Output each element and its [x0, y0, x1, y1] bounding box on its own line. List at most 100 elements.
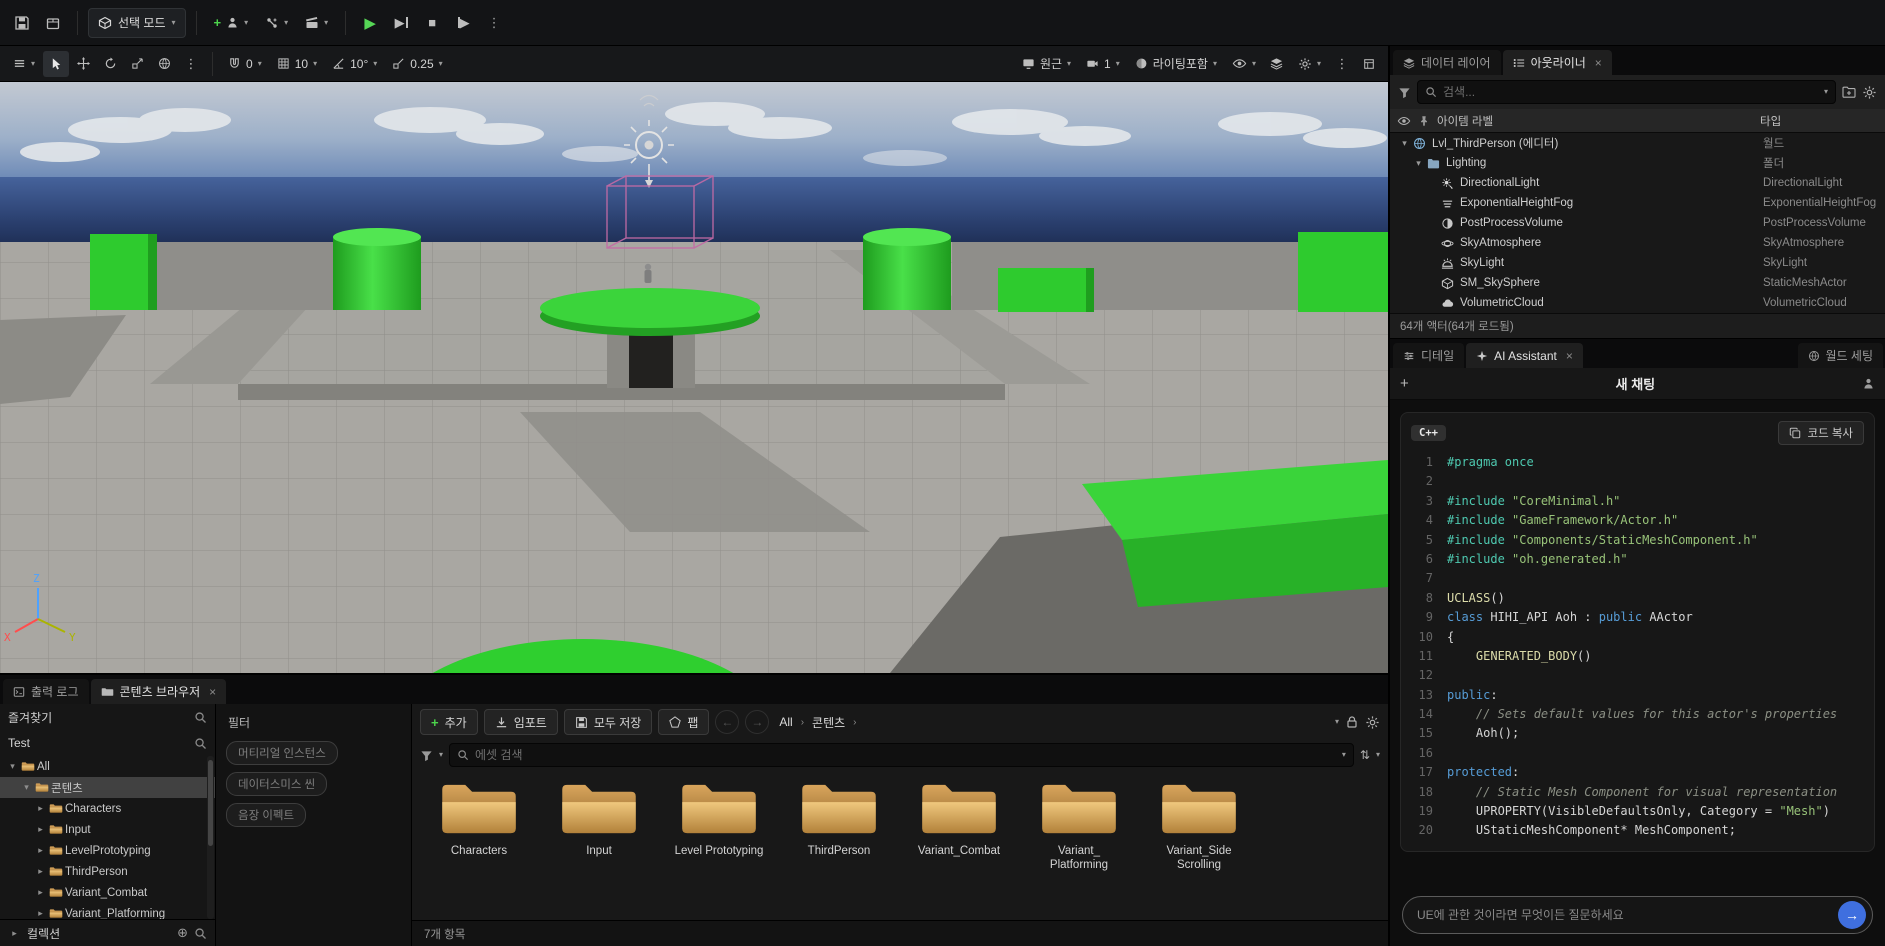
game-view-button[interactable] [1264, 51, 1290, 77]
outliner-row[interactable]: VolumetricCloudVolumetricCloud [1390, 293, 1885, 313]
maximize-viewport-button[interactable] [1356, 51, 1382, 77]
folder-tile[interactable]: Variant_ Platforming [1020, 778, 1138, 873]
chevron-down-icon[interactable]: ▾ [1376, 751, 1380, 759]
tree-item[interactable]: ▾All [0, 756, 215, 777]
breadcrumb-all[interactable]: All [779, 715, 792, 729]
view-mode-dropdown[interactable]: 라이팅포함 ▾ [1128, 51, 1224, 77]
asset-search-field[interactable] [475, 748, 1336, 762]
expand-arrow[interactable]: ▸ [34, 824, 47, 835]
tree-item[interactable]: ▾콘텐츠 [0, 777, 215, 798]
transform-kebab-menu[interactable]: ⋮ [178, 51, 204, 77]
viewport-canvas[interactable]: Z X Y [0, 82, 1388, 673]
world-local-toggle[interactable] [151, 51, 177, 77]
filter-funnel-icon[interactable] [420, 749, 433, 762]
favorites-header[interactable]: 즐겨찾기 [0, 704, 215, 730]
expand-arrow[interactable]: ▸ [34, 866, 47, 877]
add-asset-button[interactable]: + 추가 [420, 709, 478, 735]
tree-item[interactable]: ▸Characters [0, 798, 215, 819]
perspective-dropdown[interactable]: 원근 ▾ [1015, 51, 1078, 77]
add-collection-icon[interactable]: ⊕ [177, 925, 188, 941]
save-button[interactable] [8, 8, 36, 38]
back-button[interactable]: ← [715, 710, 739, 734]
outliner-row[interactable]: SkyLightSkyLight [1390, 253, 1885, 273]
new-chat-plus-icon[interactable]: + [1400, 375, 1409, 392]
editor-mode-dropdown[interactable]: 선택 모드 ▾ [88, 8, 186, 38]
tab-details[interactable]: 디테일 [1393, 343, 1464, 368]
move-tool-button[interactable] [70, 51, 96, 77]
copy-code-button[interactable]: 코드 복사 [1778, 421, 1864, 445]
asset-search-input[interactable]: ▾ [449, 743, 1354, 767]
collections-expand-arrow[interactable]: ▸ [8, 928, 21, 939]
blueprints-dropdown[interactable]: ▾ [258, 8, 295, 38]
play-options-kebab-menu[interactable]: ⋮ [480, 8, 508, 38]
close-tab-icon[interactable]: × [1566, 349, 1573, 363]
grid-snap-dropdown[interactable]: 10 ▾ [270, 51, 324, 77]
viewport-settings-dropdown[interactable]: ▾ [1291, 51, 1328, 77]
expand-arrow[interactable]: ▾ [1412, 158, 1425, 169]
add-actor-dropdown[interactable]: + ▾ [207, 8, 256, 38]
ai-question-field[interactable] [1417, 908, 1830, 922]
viewport-kebab-menu[interactable]: ⋮ [1329, 51, 1355, 77]
search-icon[interactable] [194, 711, 207, 724]
filter-funnel-icon[interactable] [1398, 86, 1411, 99]
settings-gear-icon[interactable] [1365, 715, 1380, 730]
type-column-header[interactable]: 타입 [1760, 113, 1878, 129]
viewport-scene[interactable]: Z X Y [0, 82, 1388, 673]
folder-tile[interactable]: Variant_Side Scrolling [1140, 778, 1258, 873]
tab-outliner[interactable]: 아웃라이너 × [1503, 50, 1612, 75]
pin-column-icon[interactable] [1418, 115, 1430, 127]
stop-button[interactable]: ■ [418, 8, 446, 38]
filter-chip[interactable]: 머티리얼 인스턴스 [226, 741, 338, 765]
outliner-search-field[interactable] [1443, 85, 1818, 99]
tab-data-layers[interactable]: 데이터 레이어 [1393, 50, 1501, 75]
expand-arrow[interactable]: ▸ [34, 845, 47, 856]
viewport-options-menu[interactable]: ▾ [6, 51, 42, 77]
project-header[interactable]: Test [0, 730, 215, 756]
tree-scrollbar-thumb[interactable] [208, 760, 213, 846]
profile-person-icon[interactable] [1862, 377, 1875, 390]
send-button[interactable]: → [1838, 901, 1866, 929]
play-modes-button[interactable]: ▶ [449, 8, 477, 38]
outliner-row[interactable]: DirectionalLightDirectionalLight [1390, 173, 1885, 193]
search-icon[interactable] [194, 737, 207, 750]
tab-world-settings[interactable]: 월드 세팅 [1798, 343, 1884, 368]
outliner-settings-gear-icon[interactable] [1862, 85, 1877, 100]
outliner-row[interactable]: PostProcessVolumePostProcessVolume [1390, 213, 1885, 233]
ai-question-input[interactable]: → [1402, 896, 1873, 934]
outliner-row[interactable]: ▾Lighting폴더 [1390, 153, 1885, 173]
breadcrumb-content[interactable]: 콘텐츠 [812, 714, 845, 731]
expand-arrow[interactable]: ▾ [1398, 138, 1411, 149]
folder-tile[interactable]: Input [540, 778, 658, 858]
tree-item[interactable]: ▸Variant_Combat [0, 882, 215, 903]
expand-arrow[interactable]: ▸ [34, 908, 47, 919]
collections-bar[interactable]: ▸ 컬렉션 ⊕ [0, 919, 215, 946]
path-dropdown-chevron[interactable]: ▾ [1335, 718, 1339, 726]
forward-button[interactable]: → [745, 710, 769, 734]
outliner-row[interactable]: SkyAtmosphereSkyAtmosphere [1390, 233, 1885, 253]
tree-item[interactable]: ▸ThirdPerson [0, 861, 215, 882]
tree-item[interactable]: ▸Input [0, 819, 215, 840]
show-flags-dropdown[interactable]: ▾ [1225, 51, 1263, 77]
play-button[interactable]: ▶ [356, 8, 384, 38]
rotation-snap-dropdown[interactable]: 10° ▾ [325, 51, 384, 77]
tab-output-log[interactable]: 출력 로그 [3, 679, 89, 704]
tree-scrollbar[interactable] [207, 756, 214, 919]
visibility-column-eye-icon[interactable] [1397, 114, 1411, 128]
expand-arrow[interactable]: ▸ [34, 887, 47, 898]
camera-speed-dropdown[interactable]: 1 ▾ [1079, 51, 1127, 77]
close-tab-icon[interactable]: × [209, 685, 216, 699]
outliner-row[interactable]: ExponentialHeightFogExponentialHeightFog [1390, 193, 1885, 213]
select-tool-button[interactable] [43, 51, 69, 77]
expand-arrow[interactable]: ▸ [34, 803, 47, 814]
chevron-down-icon[interactable]: ▾ [439, 751, 443, 759]
outliner-row[interactable]: ▾Lvl_ThirdPerson (에디터)월드 [1390, 133, 1885, 153]
surface-snap-dropdown[interactable]: 0 ▾ [221, 51, 269, 77]
lock-icon[interactable] [1345, 715, 1359, 729]
folder-tile[interactable]: Characters [420, 778, 538, 858]
fab-button[interactable]: 팹 [658, 709, 709, 735]
new-folder-icon[interactable] [1842, 85, 1856, 99]
project-assets-button[interactable] [39, 8, 67, 38]
tree-item[interactable]: ▸LevelPrototyping [0, 840, 215, 861]
outliner-row[interactable]: SM_SkySphereStaticMeshActor [1390, 273, 1885, 293]
skip-frame-button[interactable]: ▶ [387, 8, 415, 38]
